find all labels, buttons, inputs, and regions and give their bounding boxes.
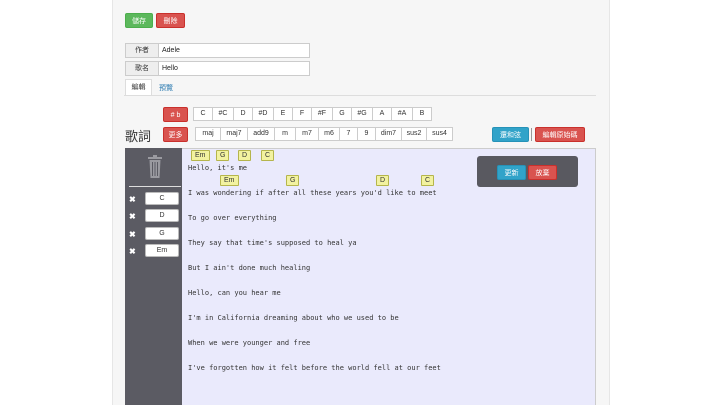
root-note-button[interactable]: B xyxy=(412,107,432,121)
chord-quality-button[interactable]: 9 xyxy=(357,127,376,141)
chord-quality-button[interactable]: add9 xyxy=(247,127,275,141)
lyric-line[interactable]: When we were younger and free xyxy=(188,339,310,347)
chord-chip[interactable]: C xyxy=(261,150,275,161)
root-note-button[interactable]: A xyxy=(372,107,392,121)
discard-button[interactable]: 放棄 xyxy=(528,165,557,180)
root-note-button[interactable]: #C xyxy=(212,107,234,121)
sidebar-chord-button[interactable]: G xyxy=(145,227,179,240)
author-input[interactable]: Adele xyxy=(158,43,310,58)
song-title-input[interactable]: Hello xyxy=(158,61,310,76)
sidebar-chord-button[interactable]: C xyxy=(145,192,179,205)
root-note-button[interactable]: #G xyxy=(351,107,373,121)
trash-icon[interactable] xyxy=(147,155,163,179)
sidebar-chord-button[interactable]: D xyxy=(145,209,179,222)
lyric-line[interactable]: I've forgotten how it felt before the wo… xyxy=(188,364,441,372)
sharp-flat-toggle[interactable]: # b xyxy=(163,107,188,122)
remove-chord-icon[interactable]: ✖ xyxy=(129,247,136,256)
root-note-button[interactable]: E xyxy=(273,107,293,121)
chord-chip[interactable]: C xyxy=(421,175,435,186)
remove-chord-icon[interactable]: ✖ xyxy=(129,212,136,221)
chord-quality-button[interactable]: dim7 xyxy=(375,127,402,141)
chord-quality-row: maj maj7 add9 m m7 m6 7 9 dim7 sus2 sus4 xyxy=(195,127,453,141)
tab-preview[interactable]: 預覽 xyxy=(159,83,173,93)
root-note-button[interactable]: #D xyxy=(252,107,274,121)
chord-quality-button[interactable]: maj xyxy=(195,127,221,141)
save-button[interactable]: 儲存 xyxy=(125,13,153,28)
song-title-label: 歌名 xyxy=(125,61,159,76)
chord-quality-button[interactable]: sus2 xyxy=(401,127,427,141)
chord-chip[interactable]: G xyxy=(286,175,300,186)
edit-source-button[interactable]: 編輯原始碼 xyxy=(535,127,585,142)
root-note-button[interactable]: D xyxy=(233,107,253,121)
lyric-line[interactable]: But I ain't done much healing xyxy=(188,264,310,272)
chord-quality-button[interactable]: maj7 xyxy=(220,127,248,141)
lyric-line[interactable]: I'm in California dreaming about who we … xyxy=(188,314,399,322)
root-note-row: C #C D #D E F #F G #G A #A B xyxy=(193,107,432,121)
root-note-button[interactable]: F xyxy=(292,107,312,121)
chord-chip[interactable]: D xyxy=(238,150,252,161)
root-note-button[interactable]: #A xyxy=(391,107,413,121)
author-label: 作者 xyxy=(125,43,159,58)
chord-chip[interactable]: G xyxy=(216,150,230,161)
chord-quality-button[interactable]: m6 xyxy=(318,127,340,141)
lyric-line[interactable]: Hello, it's me xyxy=(188,164,247,172)
root-note-button[interactable]: G xyxy=(332,107,352,121)
chord-quality-button[interactable]: m xyxy=(274,127,296,141)
chord-quality-button[interactable]: sus4 xyxy=(426,127,453,141)
button-separator xyxy=(531,128,532,141)
sidebar-chord-button[interactable]: Em xyxy=(145,244,179,257)
lyric-line[interactable]: They say that time's supposed to heal ya xyxy=(188,239,357,247)
chord-chip[interactable]: D xyxy=(376,175,390,186)
remove-chord-icon[interactable]: ✖ xyxy=(129,230,136,239)
remove-chord-icon[interactable]: ✖ xyxy=(129,195,136,204)
chord-chip[interactable]: Em xyxy=(191,150,210,161)
update-button[interactable]: 更新 xyxy=(497,165,526,180)
root-note-button[interactable]: C xyxy=(193,107,213,121)
tab-edit[interactable]: 編輯 xyxy=(125,79,152,95)
lyrics-heading: 歌詞 xyxy=(125,130,152,145)
tab-divider xyxy=(124,95,596,96)
chord-quality-button[interactable]: m7 xyxy=(295,127,319,141)
lyric-line[interactable]: I was wondering if after all these years… xyxy=(188,189,437,197)
lyric-line[interactable]: Hello, can you hear me xyxy=(188,289,281,297)
restore-chords-button[interactable]: 還和弦 xyxy=(492,127,529,142)
chord-chip[interactable]: Em xyxy=(220,175,239,186)
more-button[interactable]: 更多 xyxy=(163,127,188,142)
chord-quality-button[interactable]: 7 xyxy=(339,127,358,141)
delete-button[interactable]: 刪除 xyxy=(156,13,185,28)
sidebar-divider xyxy=(129,186,181,187)
root-note-button[interactable]: #F xyxy=(311,107,333,121)
lyric-line[interactable]: To go over everything xyxy=(188,214,277,222)
